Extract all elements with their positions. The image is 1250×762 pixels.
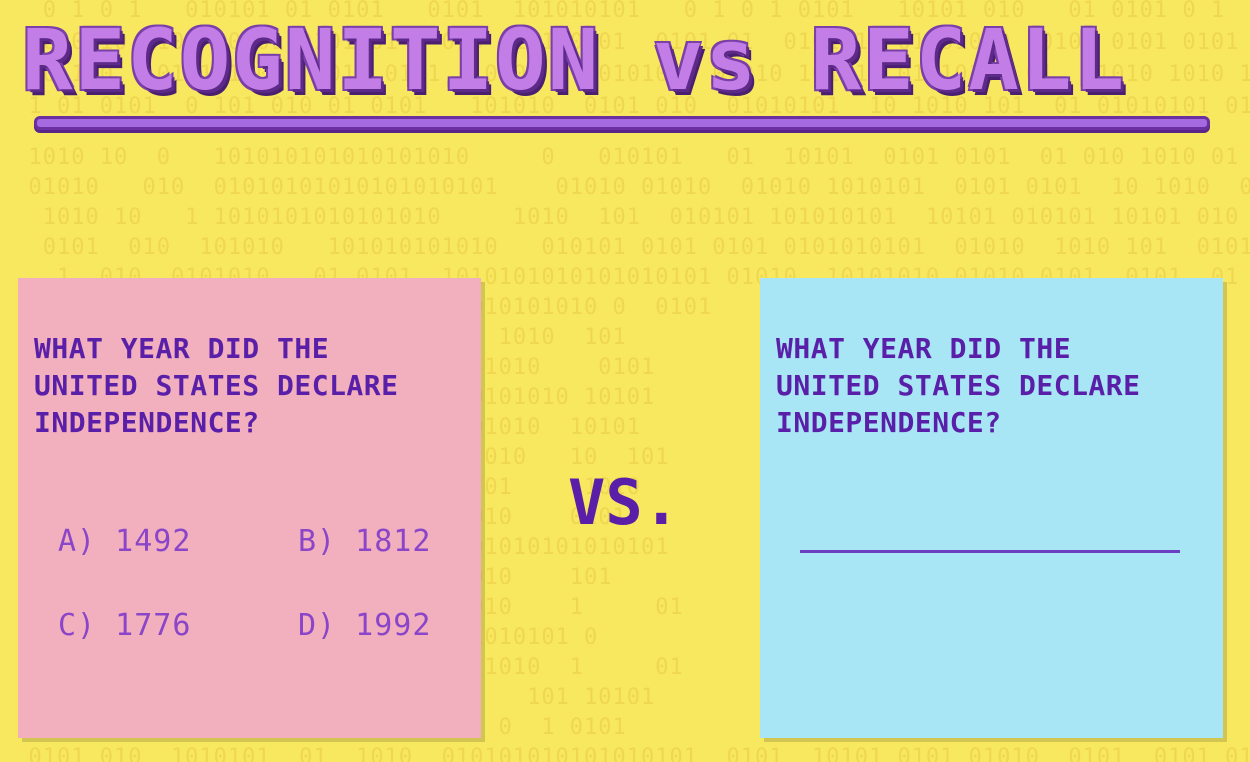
page-title: RECOGNITION vs RECALL bbox=[22, 11, 1127, 109]
option-d[interactable]: D) 1992 bbox=[298, 608, 431, 643]
recognition-question: WHAT YEAR DID THE UNITED STATES DECLARE … bbox=[34, 332, 399, 439]
recognition-card: WHAT YEAR DID THE UNITED STATES DECLARE … bbox=[18, 278, 481, 738]
recall-question: WHAT YEAR DID THE UNITED STATES DECLARE … bbox=[776, 332, 1141, 439]
option-a[interactable]: A) 1492 bbox=[58, 524, 191, 559]
vs-label: VS. bbox=[568, 466, 680, 539]
option-c[interactable]: C) 1776 bbox=[58, 608, 191, 643]
recall-card: WHAT YEAR DID THE UNITED STATES DECLARE … bbox=[760, 278, 1223, 738]
title-underline bbox=[34, 116, 1210, 130]
answer-blank-line[interactable] bbox=[800, 550, 1180, 553]
option-b[interactable]: B) 1812 bbox=[298, 524, 431, 559]
